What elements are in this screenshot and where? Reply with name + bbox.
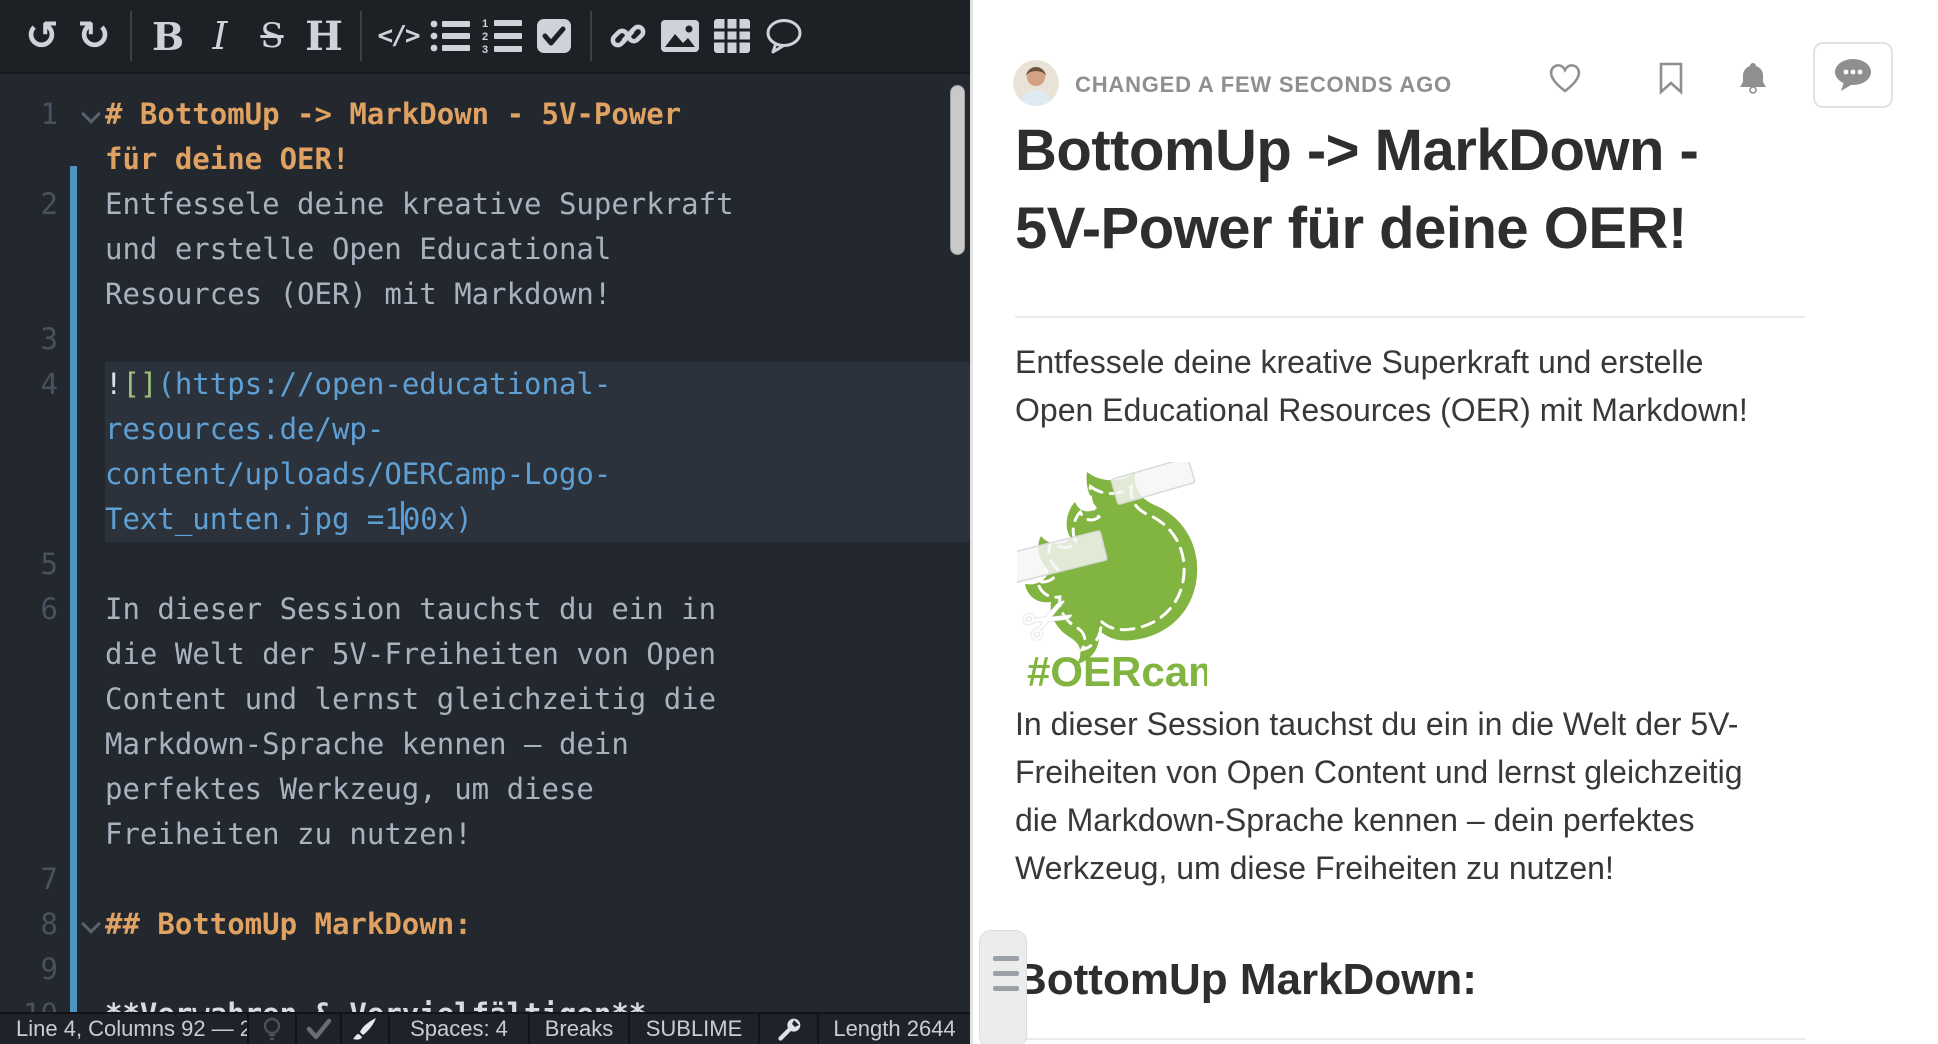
link-icon[interactable] bbox=[602, 10, 654, 62]
strikethrough-icon[interactable]: S bbox=[246, 10, 298, 62]
line-text: ![](https://open-educational- resources.… bbox=[105, 362, 970, 542]
line-gutter: 6 bbox=[0, 587, 105, 857]
line-text: **Verwahren & Vervielfältigen** bbox=[105, 992, 970, 1012]
line-gutter: 10 bbox=[0, 992, 105, 1012]
line-number: 4 bbox=[0, 362, 58, 407]
check-icon[interactable] bbox=[295, 1014, 340, 1044]
line-number: 1 bbox=[0, 92, 58, 137]
line-text bbox=[105, 947, 970, 992]
like-heart-icon[interactable] bbox=[1545, 58, 1585, 98]
bottom-rule bbox=[1015, 1038, 1805, 1040]
split-view-handle[interactable] bbox=[979, 930, 1027, 1044]
preview-header: CHANGED A FEW SECONDS AGO bbox=[973, 0, 1938, 120]
code-icon[interactable]: </> bbox=[372, 10, 424, 62]
brush-icon[interactable] bbox=[340, 1014, 388, 1044]
editor-line[interactable]: 1 # BottomUp -> MarkDown - 5V-Power für d… bbox=[0, 92, 970, 182]
bold-icon[interactable]: B bbox=[142, 10, 194, 62]
fold-chevron-icon[interactable] bbox=[81, 914, 101, 934]
statusbar-breaks[interactable]: Breaks bbox=[528, 1014, 628, 1044]
line-number: 2 bbox=[0, 182, 58, 227]
editor-scrollbar[interactable] bbox=[950, 85, 965, 255]
lightbulb-icon[interactable] bbox=[247, 1014, 295, 1044]
logo-caption: #OERcamp bbox=[1027, 648, 1207, 694]
line-number: 3 bbox=[0, 317, 58, 362]
line-text bbox=[105, 317, 970, 362]
editor-line[interactable]: 10 **Verwahren & Vervielfältigen** bbox=[0, 992, 970, 1012]
codemirror-editor[interactable]: 1 # BottomUp -> MarkDown - 5V-Power für d… bbox=[0, 74, 970, 1012]
editor-line[interactable]: 3 bbox=[0, 317, 970, 362]
ordered-list-icon[interactable]: 123 bbox=[476, 10, 528, 62]
editor-pane: ↺↻BISH</>123 1# BottomUp -> MarkDown - 5… bbox=[0, 0, 970, 1044]
statusbar-sublime[interactable]: SUBLIME bbox=[628, 1014, 758, 1044]
line-number: 5 bbox=[0, 542, 58, 587]
line-gutter: 5 bbox=[0, 542, 105, 587]
line-text: In dieser Session tauchst du ein in die … bbox=[105, 587, 970, 857]
rendered-paragraph-2: In dieser Session tauchst du ein in die … bbox=[1015, 700, 1825, 892]
editor-line[interactable]: 7 bbox=[0, 857, 970, 902]
oercamp-logo-image: ✂ #OERcamp bbox=[1017, 462, 1207, 694]
line-text: ## BottomUp MarkDown: bbox=[105, 902, 970, 947]
comment-bubble-icon bbox=[1830, 56, 1876, 94]
changed-timestamp: CHANGED A FEW SECONDS AGO bbox=[1075, 72, 1452, 98]
svg-text:3: 3 bbox=[482, 44, 488, 54]
rendered-paragraph-1: Entfessele deine kreative Superkraft und… bbox=[1015, 338, 1825, 434]
line-gutter: 7 bbox=[0, 857, 105, 902]
toolbar-separator bbox=[130, 11, 132, 61]
toolbar-separator bbox=[360, 11, 362, 61]
statusbar-line-4-columns-92-21[interactable]: Line 4, Columns 92 — 21 bbox=[0, 1014, 247, 1044]
comment-icon[interactable] bbox=[758, 10, 810, 62]
notification-bell-icon[interactable] bbox=[1733, 58, 1773, 98]
handle-grip-line bbox=[993, 971, 1019, 976]
fold-chevron-icon[interactable] bbox=[81, 104, 101, 124]
line-gutter: 2 bbox=[0, 182, 105, 317]
line-number: 8 bbox=[0, 902, 58, 947]
line-text: # BottomUp -> MarkDown - 5V-Power für de… bbox=[105, 92, 970, 182]
editor-line[interactable]: 4 ![](https://open-educational- resources… bbox=[0, 362, 970, 542]
rendered-h2: BottomUp MarkDown: bbox=[1015, 952, 1477, 1008]
comments-button[interactable] bbox=[1813, 42, 1893, 108]
editor-line[interactable]: 2 Entfessele deine kreative Superkraft un… bbox=[0, 182, 970, 317]
line-text bbox=[105, 857, 970, 902]
line-gutter: 8 bbox=[0, 902, 105, 947]
statusbar-spaces-4[interactable]: Spaces: 4 bbox=[388, 1014, 528, 1044]
avatar[interactable] bbox=[1013, 60, 1059, 106]
editor-toolbar: ↺↻ BISH </> 123 bbox=[0, 0, 970, 74]
undo-icon[interactable]: ↺ bbox=[16, 10, 68, 62]
bookmark-icon[interactable] bbox=[1651, 58, 1691, 98]
handle-grip-line bbox=[993, 986, 1019, 991]
line-number: 6 bbox=[0, 587, 58, 632]
image-icon[interactable] bbox=[654, 10, 706, 62]
statusbar-length-2644[interactable]: Length 2644 bbox=[817, 1014, 970, 1044]
avatar-photo bbox=[1013, 60, 1059, 106]
handle-grip-line bbox=[993, 956, 1019, 961]
svg-text:1: 1 bbox=[482, 18, 488, 30]
preview-pane: CHANGED A FEW SECONDS AGO bbox=[973, 0, 1938, 1044]
line-gutter: 4 bbox=[0, 362, 105, 542]
redo-icon[interactable]: ↻ bbox=[68, 10, 120, 62]
editor-line[interactable]: 8 ## BottomUp MarkDown: bbox=[0, 902, 970, 947]
svg-text:2: 2 bbox=[482, 31, 488, 43]
line-number: 7 bbox=[0, 857, 58, 902]
wrench-icon[interactable] bbox=[758, 1014, 817, 1044]
italic-icon[interactable]: I bbox=[194, 10, 246, 62]
line-number: 10 bbox=[0, 992, 58, 1012]
editor-line[interactable]: 5 bbox=[0, 542, 970, 587]
line-text bbox=[105, 542, 970, 587]
editor-line[interactable]: 6 In dieser Session tauchst du ein in die… bbox=[0, 587, 970, 857]
markdown-editor-app: ↺↻BISH</>123 1# BottomUp -> MarkDown - 5… bbox=[0, 0, 1938, 1044]
line-gutter: 9 bbox=[0, 947, 105, 992]
editor-line[interactable]: 9 bbox=[0, 947, 970, 992]
line-number: 9 bbox=[0, 947, 58, 992]
editor-statusbar: Line 4, Columns 92 — 21 Spaces: 4BreaksSU… bbox=[0, 1012, 970, 1044]
heading-icon[interactable]: H bbox=[298, 10, 350, 62]
line-gutter: 1 bbox=[0, 92, 105, 182]
heading-rule bbox=[1015, 316, 1805, 318]
toolbar-separator bbox=[590, 11, 592, 61]
line-text: Entfessele deine kreative Superkraft und… bbox=[105, 182, 970, 317]
checklist-icon[interactable] bbox=[528, 10, 580, 62]
table-icon[interactable] bbox=[706, 10, 758, 62]
line-gutter: 3 bbox=[0, 317, 105, 362]
rendered-h1: BottomUp -> MarkDown - 5V-Power für dein… bbox=[1015, 112, 1825, 268]
unordered-list-icon[interactable] bbox=[424, 10, 476, 62]
